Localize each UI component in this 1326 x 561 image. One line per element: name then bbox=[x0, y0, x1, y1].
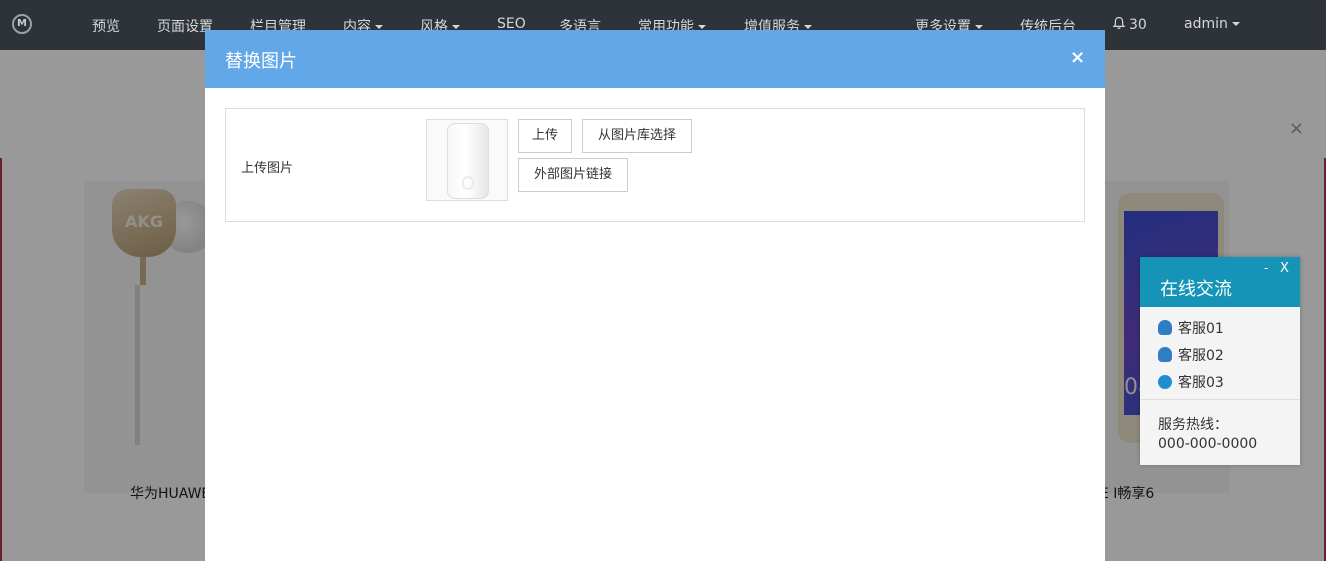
nav-user-menu[interactable]: admin bbox=[1184, 16, 1240, 32]
nav-preview[interactable]: 预览 bbox=[92, 16, 120, 36]
chat-close-button[interactable]: X bbox=[1280, 261, 1289, 276]
upload-image-label: 上传图片 bbox=[241, 161, 294, 176]
chat-contact-label: 客服01 bbox=[1178, 321, 1224, 337]
user-name: admin bbox=[1184, 16, 1228, 32]
external-image-link-button[interactable]: 外部图片链接 bbox=[518, 158, 628, 192]
chat-header: 在线交流 - X bbox=[1140, 257, 1300, 307]
powerbank-image bbox=[447, 123, 489, 199]
chat-contact-label: 客服03 bbox=[1178, 375, 1224, 391]
qq-icon bbox=[1158, 347, 1172, 362]
upload-image-row: 上传图片 上传 从图片库选择 外部图片链接 bbox=[225, 108, 1085, 222]
chat-minimize-button[interactable]: - bbox=[1264, 261, 1268, 275]
logo-icon[interactable]: M bbox=[12, 14, 32, 34]
powerbank-logo-mark bbox=[462, 176, 474, 190]
modal-close-button[interactable]: × bbox=[1070, 47, 1085, 68]
nav-notifications[interactable]: 30 bbox=[1112, 16, 1147, 33]
hotline-label: 服务热线： bbox=[1158, 417, 1228, 433]
chevron-down-icon bbox=[804, 25, 812, 29]
hotline-number: 000-000-0000 bbox=[1158, 436, 1258, 452]
chat-title: 在线交流 bbox=[1160, 279, 1232, 300]
chat-contact-03[interactable]: 客服03 bbox=[1158, 372, 1298, 392]
choose-from-library-button[interactable]: 从图片库选择 bbox=[582, 119, 692, 153]
replace-image-modal: 替换图片 × 上传图片 上传 从图片库选择 外部图片链接 bbox=[205, 30, 1105, 561]
chat-contact-label: 客服02 bbox=[1178, 348, 1224, 364]
qq-icon bbox=[1158, 320, 1172, 335]
chat-contact-02[interactable]: 客服02 bbox=[1158, 345, 1298, 365]
modal-title: 替换图片 bbox=[225, 51, 297, 72]
chevron-down-icon bbox=[452, 25, 460, 29]
chevron-down-icon bbox=[1231, 22, 1240, 26]
chevron-down-icon bbox=[975, 25, 983, 29]
bell-icon bbox=[1112, 16, 1126, 29]
online-chat-widget: 在线交流 - X 客服01 客服02 客服03 服务热线： 000-000-00… bbox=[1140, 257, 1300, 465]
modal-header: 替换图片 × bbox=[205, 30, 1105, 88]
chat-divider bbox=[1140, 399, 1300, 400]
wangwang-icon bbox=[1158, 375, 1172, 389]
notification-count: 30 bbox=[1129, 17, 1147, 33]
chat-contact-01[interactable]: 客服01 bbox=[1158, 318, 1298, 338]
chevron-down-icon bbox=[698, 25, 706, 29]
chevron-down-icon bbox=[375, 25, 383, 29]
image-thumbnail[interactable] bbox=[426, 119, 508, 201]
upload-button[interactable]: 上传 bbox=[518, 119, 572, 153]
